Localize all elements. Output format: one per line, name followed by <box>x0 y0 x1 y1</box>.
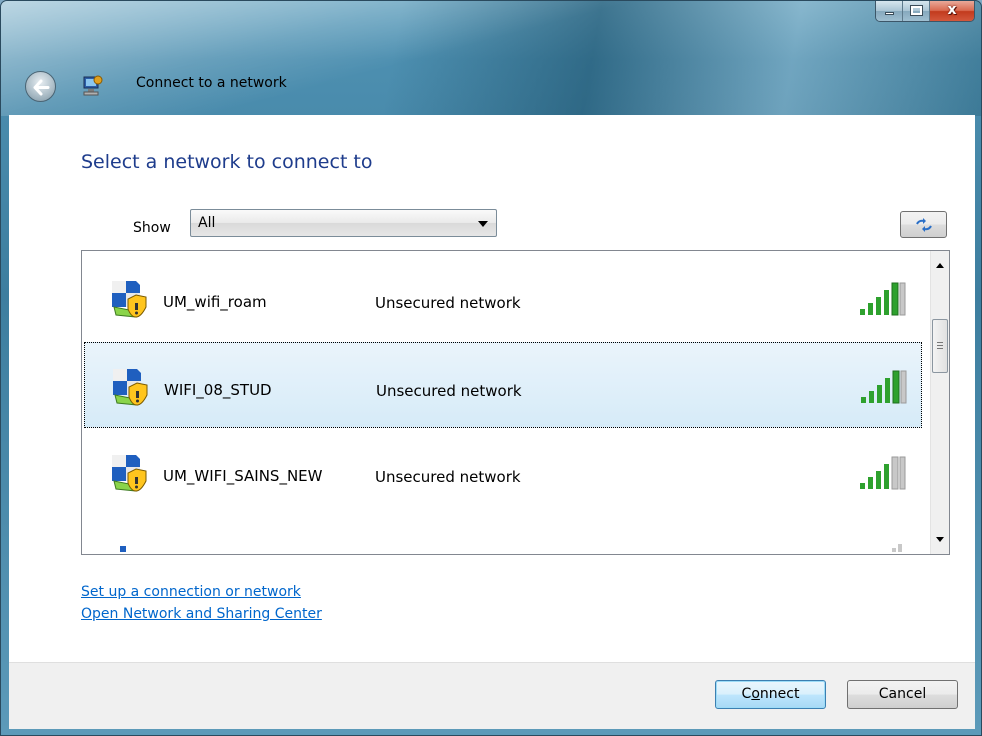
show-filter-value: All <box>198 215 216 231</box>
minimize-icon <box>885 12 894 15</box>
network-status: Unsecured network <box>375 468 521 486</box>
network-list[interactable]: UM_wifi_roam Unsecured network WIFI_08_S… <box>81 250 950 555</box>
partial-network-icon <box>120 546 126 552</box>
wireless-network-shield-icon <box>112 455 147 492</box>
network-row[interactable]: UM_wifi_roam Unsecured network <box>84 255 922 341</box>
back-button[interactable] <box>25 71 56 102</box>
minimize-button[interactable] <box>876 1 903 21</box>
scroll-grip-icon <box>937 342 943 349</box>
dropdown-arrow-icon <box>478 221 488 227</box>
signal-strength-icon <box>860 456 906 490</box>
dialog-content: Select a network to connect to Show All <box>9 115 975 662</box>
network-status: Unsecured network <box>376 382 522 400</box>
wireless-network-shield-icon <box>113 369 148 406</box>
show-filter-dropdown[interactable]: All <box>190 209 497 237</box>
connect-label-end: nnect <box>759 686 800 702</box>
network-name: UM_wifi_roam <box>163 293 267 311</box>
wireless-network-shield-icon <box>112 281 147 318</box>
caption-buttons: x <box>875 1 975 22</box>
close-button[interactable]: x <box>930 1 974 21</box>
scroll-down-icon[interactable] <box>936 537 944 542</box>
network-row-partial[interactable] <box>84 516 922 554</box>
setup-connection-link[interactable]: Set up a connection or network <box>81 584 301 600</box>
scroll-up-icon[interactable] <box>936 263 944 268</box>
partial-signal-icon <box>892 544 902 552</box>
close-icon: x <box>947 2 957 18</box>
maximize-button[interactable] <box>903 1 930 21</box>
network-row[interactable]: UM_WIFI_SAINS_NEW Unsecured network <box>84 429 922 515</box>
back-arrow-icon <box>33 79 50 96</box>
network-sharing-center-link[interactable]: Open Network and Sharing Center <box>81 606 322 622</box>
network-wizard-icon <box>83 75 103 96</box>
list-scrollbar[interactable] <box>930 251 949 554</box>
maximize-icon <box>910 5 923 16</box>
network-row-selected[interactable]: WIFI_08_STUD Unsecured network <box>84 342 922 428</box>
network-name: UM_WIFI_SAINS_NEW <box>163 467 323 485</box>
scroll-thumb[interactable] <box>932 319 948 373</box>
refresh-icon <box>916 218 932 232</box>
signal-strength-icon <box>860 282 906 316</box>
network-status: Unsecured network <box>375 294 521 312</box>
network-name: WIFI_08_STUD <box>164 381 272 399</box>
show-label: Show <box>133 220 171 236</box>
signal-strength-icon <box>861 370 907 404</box>
dialog-window: x Connect to a network Select a network … <box>0 0 982 736</box>
connect-button[interactable]: Connect <box>715 680 826 709</box>
page-heading: Select a network to connect to <box>81 151 373 173</box>
dialog-footer: Connect Cancel <box>9 662 975 729</box>
refresh-button[interactable] <box>900 211 947 238</box>
connect-label-start: C <box>741 686 752 702</box>
cancel-button[interactable]: Cancel <box>847 680 958 709</box>
connect-accelerator: o <box>751 686 760 702</box>
title-bar <box>1 1 981 116</box>
window-title: Connect to a network <box>136 75 287 91</box>
